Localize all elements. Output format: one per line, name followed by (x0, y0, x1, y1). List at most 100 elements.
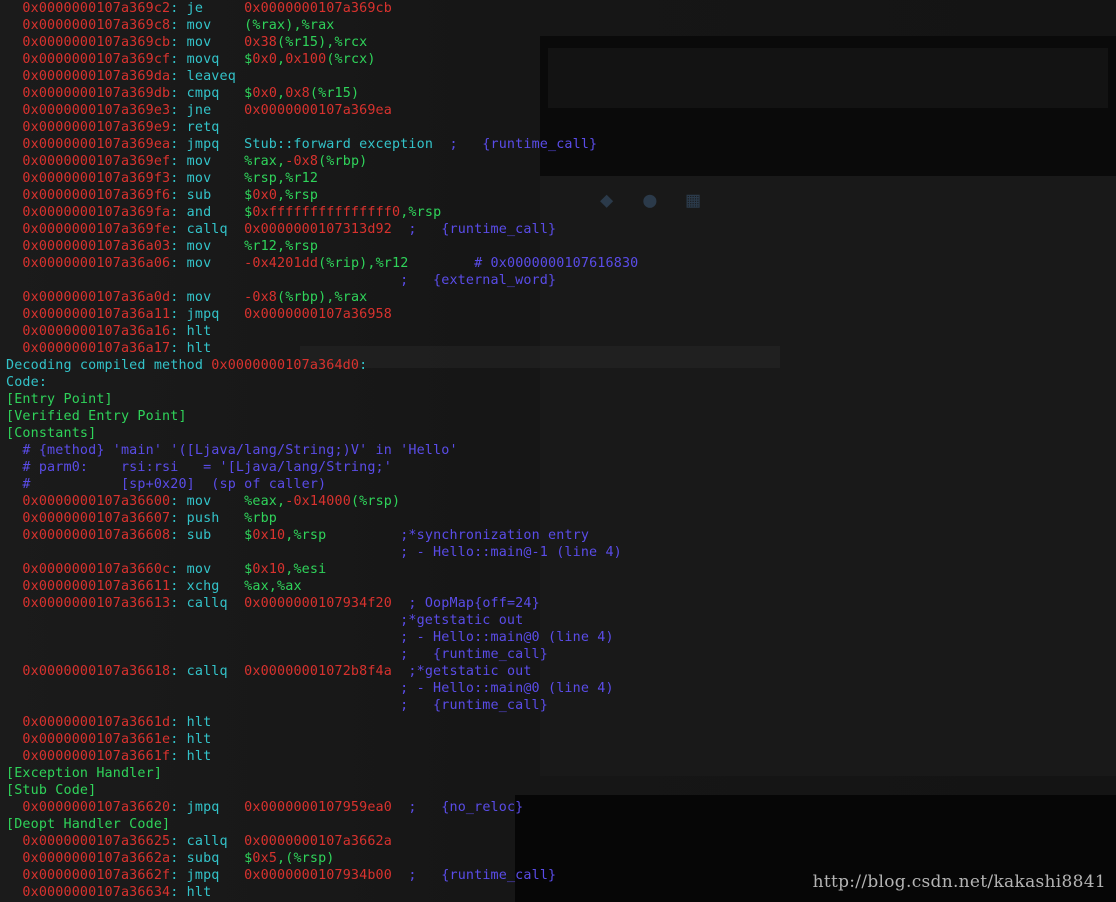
terminal-text-segment: : leaveq (170, 69, 236, 84)
terminal-text-segment: 0x0000000107a36611 (6, 579, 171, 594)
terminal-text-segment: 0x0000000107a3661f (6, 749, 171, 764)
terminal-text-segment: : push (170, 511, 245, 526)
terminal-text-segment: : callq (170, 664, 245, 679)
terminal-text-segment: 0x0000000107a3662f (6, 868, 171, 883)
terminal-line: 0x0000000107a369cf: movq $0x0,0x100(%rcx… (6, 51, 376, 68)
terminal-text-segment: ,%rsp (400, 205, 442, 220)
terminal-line: 0x0000000107a36a17: hlt (6, 340, 211, 357)
terminal-text-segment: ; - Hello::main@0 (line 4) (6, 630, 614, 645)
terminal-line: 0x0000000107a36600: mov %eax,-0x14000(%r… (6, 493, 400, 510)
terminal-text-segment: 0x0000000107a364d0 (211, 358, 360, 373)
terminal-text-segment: %rax, (244, 154, 286, 169)
terminal-text-segment: ,%rsp (277, 188, 319, 203)
terminal-line: ; {external_word} (6, 272, 556, 289)
terminal-text-segment: : jmpq (170, 307, 245, 322)
terminal-line: # {method} 'main' '([Ljava/lang/String;)… (6, 442, 458, 459)
terminal-text-segment: 0x10 (252, 562, 286, 577)
terminal-text-segment: 0x0000000107a36a06 (6, 256, 171, 271)
terminal-text-segment: 0x0000000107313d92 (244, 222, 392, 237)
terminal-text-segment: 0x0000000107a369cf (6, 52, 171, 67)
terminal-text-segment: [Stub Code] (6, 783, 97, 798)
terminal-text-segment: : hlt (170, 749, 212, 764)
terminal-line: [Stub Code] (6, 782, 96, 799)
terminal-line: 0x0000000107a369fe: callq 0x000000010731… (6, 221, 556, 238)
terminal-text-segment: 0x0000000107934f20 (244, 596, 392, 611)
terminal-line: 0x0000000107a3661e: hlt (6, 731, 211, 748)
terminal-text-segment: : movq (170, 52, 245, 67)
terminal-text-segment: : jmpq (170, 800, 245, 815)
terminal-text-segment: [Exception Handler] (6, 766, 163, 781)
terminal-line: 0x0000000107a3661f: hlt (6, 748, 211, 765)
terminal-text-segment: ; {external_word} (6, 273, 557, 288)
terminal-text-segment: -0x14000 (285, 494, 351, 509)
terminal-text-segment: : callq (170, 222, 245, 237)
terminal-text-segment: %rsp,%r12 (244, 171, 319, 186)
terminal-line: [Exception Handler] (6, 765, 162, 782)
terminal-text-segment: ; OopMap{off=24} (392, 596, 540, 611)
terminal-line: ; - Hello::main@-1 (line 4) (6, 544, 622, 561)
terminal-text-segment: 0x0000000107a3660c (6, 562, 171, 577)
terminal-text-segment: 0x8 (285, 86, 310, 101)
terminal-text-segment: 0x0000000107a3661e (6, 732, 171, 747)
terminal-text-segment: ;*getstatic out (392, 664, 532, 679)
terminal-text-segment: ;*synchronization entry (326, 528, 590, 543)
terminal-text-segment: : hlt (170, 341, 212, 356)
terminal-text-segment: [Entry Point] (6, 392, 113, 407)
terminal-text-segment: ; {no_reloc} (392, 800, 524, 815)
terminal-text-segment: # parm0: rsi:rsi = '[Ljava/lang/String;' (6, 460, 392, 475)
terminal-text-segment: [Deopt Handler Code] (6, 817, 171, 832)
terminal-text-segment: 0x0000000107a369e3 (6, 103, 171, 118)
terminal-line: # parm0: rsi:rsi = '[Ljava/lang/String;' (6, 459, 392, 476)
terminal-text-segment: (%r15) (309, 86, 360, 101)
terminal-text-segment: ; - Hello::main@0 (line 4) (6, 681, 614, 696)
terminal-line: ; {runtime_call} (6, 697, 548, 714)
terminal-text-segment: : and (170, 205, 245, 220)
terminal-text-segment: : mov (170, 562, 245, 577)
terminal-text-segment: : hlt (170, 324, 212, 339)
terminal-text-segment: 0x0000000107a36600 (6, 494, 171, 509)
terminal-text-segment: 0x0000000107a369f3 (6, 171, 171, 186)
terminal-text-segment: 0x0000000107a36613 (6, 596, 171, 611)
terminal-line: # [sp+0x20] (sp of caller) (6, 476, 326, 493)
terminal-text-segment: 0x0000000107a369db (6, 86, 171, 101)
terminal-line: 0x0000000107a369c8: mov (%rax),%rax (6, 17, 335, 34)
terminal-text-segment: : jmpq (170, 868, 245, 883)
terminal-text-segment: 0x00000001072b8f4a (244, 664, 392, 679)
terminal-output[interactable]: 0x0000000107a369c2: je 0x0000000107a369c… (0, 0, 1116, 902)
terminal-text-segment: 0x10 (252, 528, 286, 543)
terminal-line: 0x0000000107a36607: push %rbp (6, 510, 277, 527)
terminal-line: 0x0000000107a369ef: mov %rax,-0x8(%rbp) (6, 153, 367, 170)
terminal-line: Decoding compiled method 0x0000000107a36… (6, 357, 367, 374)
terminal-line: 0x0000000107a36a03: mov %r12,%rsp (6, 238, 318, 255)
terminal-text-segment: ,(%rsp) (277, 851, 335, 866)
terminal-text-segment: 0x0000000107959ea0 (244, 800, 392, 815)
terminal-line: 0x0000000107a36620: jmpq 0x0000000107959… (6, 799, 523, 816)
terminal-text-segment: 0x0000000107a3662a (244, 834, 392, 849)
terminal-text-segment: 0x5 (252, 851, 278, 866)
terminal-text-segment: : callq (170, 596, 245, 611)
terminal-text-segment: : hlt (170, 885, 212, 900)
terminal-line: 0x0000000107a369c2: je 0x0000000107a369c… (6, 0, 392, 17)
terminal-text-segment: ; - Hello::main@-1 (line 4) (6, 545, 622, 560)
terminal-text-segment: -0x8 (285, 154, 319, 169)
terminal-text-segment: %eax, (244, 494, 286, 509)
terminal-text-segment: : je (170, 1, 245, 16)
terminal-line: 0x0000000107a3662a: subq $0x5,(%rsp) (6, 850, 335, 867)
terminal-text-segment: : xchg (170, 579, 245, 594)
terminal-line: 0x0000000107a36a11: jmpq 0x0000000107a36… (6, 306, 392, 323)
terminal-line: 0x0000000107a36608: sub $0x10,%rsp ;*syn… (6, 527, 589, 544)
terminal-text-segment: %r12,%rsp (244, 239, 319, 254)
terminal-line: 0x0000000107a369f6: sub $0x0,%rsp (6, 187, 318, 204)
terminal-text-segment: : mov (170, 171, 245, 186)
terminal-text-segment: : sub (170, 528, 245, 543)
terminal-text-segment: (%rcx) (326, 52, 376, 67)
terminal-text-segment: 0x0000000107a369e9 (6, 120, 171, 135)
terminal-line: 0x0000000107a369e3: jne 0x0000000107a369… (6, 102, 392, 119)
terminal-text-segment: 0x0000000107a36a17 (6, 341, 171, 356)
terminal-line: 0x0000000107a3660c: mov $0x10,%esi (6, 561, 326, 578)
terminal-line: 0x0000000107a36613: callq 0x000000010793… (6, 595, 540, 612)
terminal-text-segment: ; {runtime_call} (392, 222, 557, 237)
terminal-text-segment: : mov (170, 18, 245, 33)
terminal-text-segment: 0x0000000107a369c2 (6, 1, 171, 16)
terminal-text-segment: : mov (170, 256, 245, 271)
